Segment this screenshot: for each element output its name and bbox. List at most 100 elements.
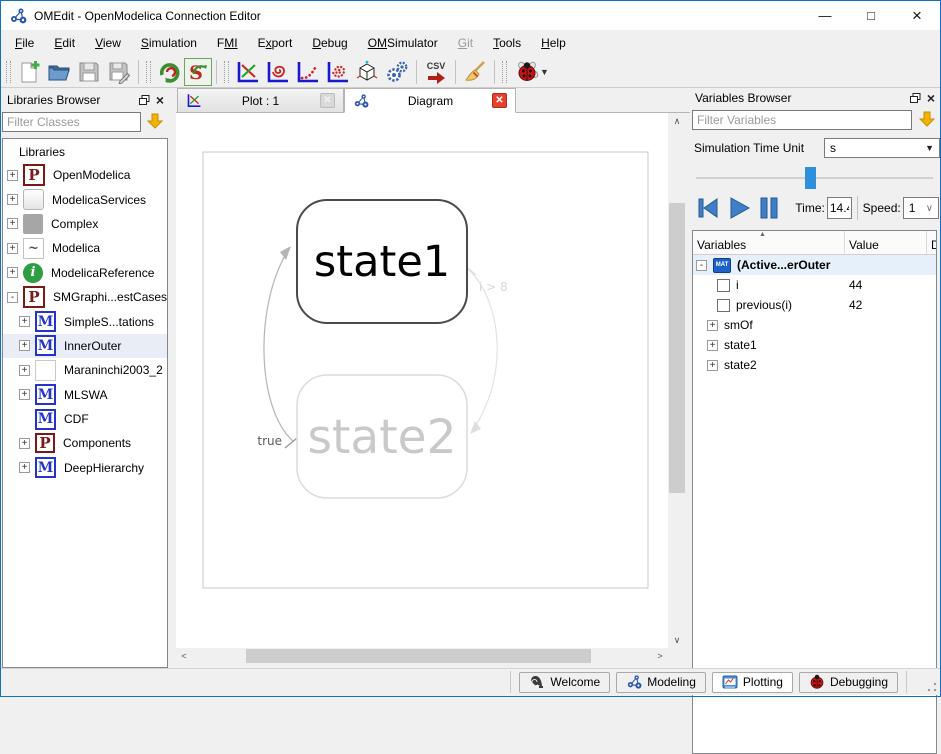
perspective-welcome-button[interactable]: Welcome <box>519 672 610 693</box>
variable-row-result[interactable]: - MAT (Active...erOuter <box>693 255 936 275</box>
expander-icon[interactable]: + <box>707 360 718 371</box>
filter-scroll-icon[interactable] <box>919 111 935 130</box>
re-simulate-setup-button[interactable]: S <box>184 58 212 86</box>
debug-dropdown-arrow-icon[interactable]: ▼ <box>540 67 549 77</box>
expander-icon[interactable]: + <box>7 170 18 181</box>
tab-close-icon[interactable]: ✕ <box>492 93 507 108</box>
new-animation-window-button[interactable] <box>352 58 382 86</box>
expander-icon[interactable]: + <box>19 438 30 449</box>
new-modelica-class-button[interactable] <box>14 58 44 86</box>
expander-icon[interactable]: + <box>7 194 18 205</box>
vertical-scrollbar[interactable]: ∧ ∨ <box>668 113 686 648</box>
new-parametric-plot-button[interactable] <box>262 58 292 86</box>
open-model-button[interactable] <box>44 58 74 86</box>
dock-close-icon[interactable]: × <box>156 94 164 106</box>
column-variables[interactable]: Variables <box>693 231 845 255</box>
time-input[interactable] <box>827 197 852 219</box>
expander-icon[interactable]: + <box>19 365 30 376</box>
save-button[interactable] <box>74 58 104 86</box>
perspective-modeling-button[interactable]: Modeling <box>616 672 706 693</box>
dock-float-icon[interactable] <box>139 95 150 106</box>
diagram-window-button[interactable] <box>382 58 412 86</box>
library-item-mlswa[interactable]: + M MLSWA <box>3 383 167 407</box>
menu-help[interactable]: Help <box>531 32 576 54</box>
library-item-complex[interactable]: + Complex <box>3 212 167 236</box>
expander-icon[interactable]: - <box>7 292 18 303</box>
pause-button[interactable] <box>757 193 781 223</box>
scroll-right-icon[interactable]: > <box>652 648 668 664</box>
play-button[interactable] <box>726 193 752 223</box>
speed-combobox[interactable]: 1 ∨ <box>903 197 939 219</box>
expander-icon[interactable]: + <box>19 316 30 327</box>
expander-icon[interactable]: + <box>707 320 718 331</box>
expander-icon[interactable]: + <box>19 462 30 473</box>
plot-checkbox[interactable] <box>717 299 730 312</box>
expander-icon[interactable]: + <box>7 267 18 278</box>
menu-file[interactable]: File <box>5 32 44 54</box>
variable-row-i[interactable]: i 44 <box>693 275 936 295</box>
scroll-up-icon[interactable]: ∧ <box>668 113 686 129</box>
menu-export[interactable]: Export <box>248 32 303 54</box>
tab-close-icon[interactable]: ✕ <box>320 93 335 108</box>
library-item-smgraphicaltestcases[interactable]: - P SMGraphi...estCases <box>3 285 167 309</box>
re-simulate-button[interactable] <box>154 58 184 86</box>
column-display-unit[interactable]: Displ <box>927 231 937 255</box>
library-item-modelicaservices[interactable]: + ModelicaServices <box>3 187 167 211</box>
menu-fmi[interactable]: FMI <box>207 32 248 54</box>
library-item-cdf[interactable]: M CDF <box>3 407 167 431</box>
column-value[interactable]: Value <box>845 231 927 255</box>
menu-view[interactable]: View <box>85 32 131 54</box>
menu-simulation[interactable]: Simulation <box>131 32 207 54</box>
slider-handle[interactable] <box>805 167 816 189</box>
expander-icon[interactable]: + <box>19 389 30 400</box>
library-item-components[interactable]: + P Components <box>3 431 167 455</box>
expander-icon[interactable]: + <box>19 340 30 351</box>
library-item-deephierarchy[interactable]: + M DeepHierarchy <box>3 456 167 480</box>
menu-edit[interactable]: Edit <box>44 32 85 54</box>
expander-icon[interactable]: - <box>696 260 707 271</box>
expander-icon[interactable]: + <box>7 218 18 229</box>
library-item-modelica[interactable]: + ~ Modelica <box>3 236 167 260</box>
export-csv-button[interactable]: CSV <box>421 58 451 86</box>
perspective-debugging-button[interactable]: Debugging <box>799 672 898 693</box>
menu-tools[interactable]: Tools <box>483 32 531 54</box>
tab-plot-1[interactable]: Plot : 1 ✕ <box>177 88 344 113</box>
new-plot-window-button[interactable] <box>232 58 262 86</box>
toolbar-handle[interactable] <box>6 61 11 83</box>
toolbar-handle[interactable] <box>502 61 507 83</box>
new-array-plot-button[interactable] <box>292 58 322 86</box>
maximize-button[interactable]: □ <box>848 1 894 30</box>
minimize-button[interactable]: — <box>802 1 848 30</box>
library-item-innerouter[interactable]: + M InnerOuter <box>3 334 167 358</box>
toolbar-handle[interactable] <box>146 61 151 83</box>
diagram-canvas[interactable]: true i > 8 state1 state2 <box>176 113 668 648</box>
clear-plot-button[interactable] <box>460 58 490 86</box>
library-item-simplestations[interactable]: + M SimpleS...tations <box>3 309 167 333</box>
save-as-button[interactable] <box>104 58 134 86</box>
scroll-left-icon[interactable]: < <box>176 648 192 664</box>
menu-debug[interactable]: Debug <box>302 32 357 54</box>
resize-grip[interactable] <box>927 682 937 692</box>
library-item-openmodelica[interactable]: + P OpenModelica <box>3 163 167 187</box>
perspective-plotting-button[interactable]: Plotting <box>712 672 793 693</box>
expander-icon[interactable]: + <box>707 340 718 351</box>
horizontal-scrollbar[interactable]: < > <box>176 648 668 664</box>
toolbar-handle[interactable] <box>224 61 229 83</box>
filter-scroll-icon[interactable] <box>147 113 163 132</box>
rewind-button[interactable] <box>695 193 721 223</box>
time-unit-combobox[interactable]: s ▼ <box>824 138 940 158</box>
filter-variables-input[interactable] <box>692 110 912 130</box>
filter-classes-input[interactable] <box>2 112 141 132</box>
library-item-maraninchi2003-2[interactable]: + Maraninchi2003_2 <box>3 358 167 382</box>
dock-close-icon[interactable]: × <box>927 92 935 104</box>
scrollbar-thumb[interactable] <box>669 203 685 493</box>
scroll-down-icon[interactable]: ∨ <box>668 632 686 648</box>
scrollbar-thumb[interactable] <box>246 649 591 663</box>
variable-row-smof[interactable]: + smOf <box>693 315 936 335</box>
expander-icon[interactable]: + <box>7 243 18 254</box>
variable-row-state1[interactable]: + state1 <box>693 335 936 355</box>
new-array-parametric-plot-button[interactable] <box>322 58 352 86</box>
variable-row-previous-i[interactable]: previous(i) 42 <box>693 295 936 315</box>
dock-float-icon[interactable] <box>910 93 921 104</box>
close-button[interactable]: × <box>894 1 940 30</box>
